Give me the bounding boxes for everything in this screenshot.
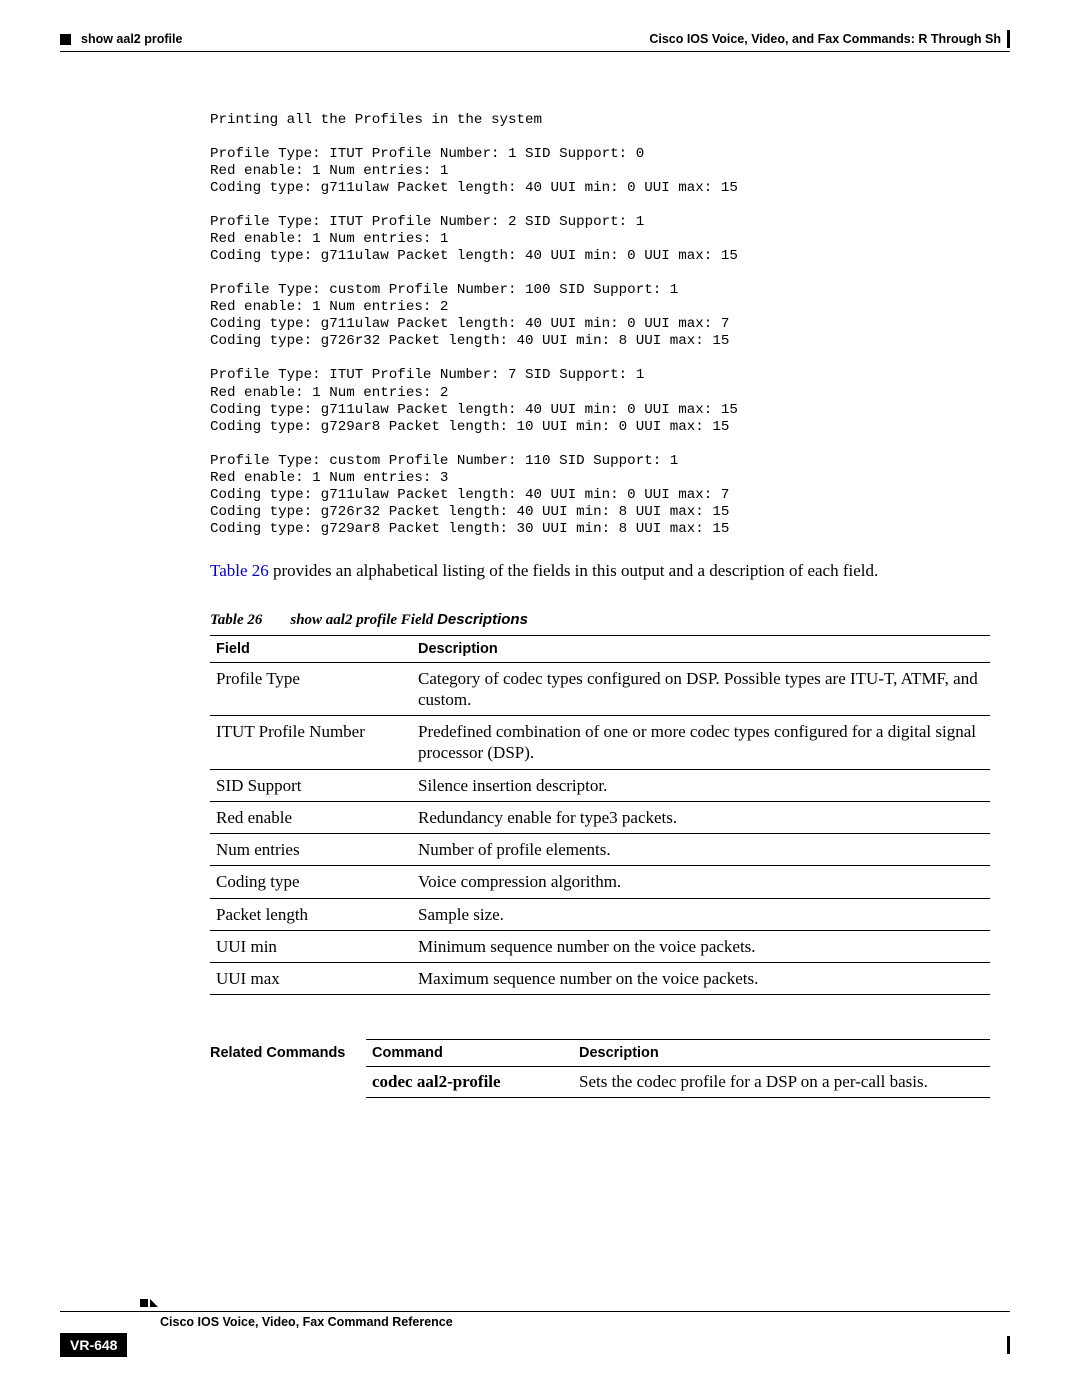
field-cell: Red enable — [210, 801, 412, 833]
header-left-title: show aal2 profile — [81, 32, 182, 46]
th-field: Field — [210, 635, 412, 662]
table-row: Num entriesNumber of profile elements. — [210, 834, 990, 866]
th-rel-desc: Description — [573, 1040, 990, 1067]
table-row: ITUT Profile NumberPredefined combinatio… — [210, 716, 990, 770]
header-right-title: Cisco IOS Voice, Video, and Fax Commands… — [649, 32, 1001, 46]
field-cell: UUI min — [210, 930, 412, 962]
table-number: Table 26 — [210, 612, 262, 628]
desc-cell: Number of profile elements. — [412, 834, 990, 866]
footer-title: Cisco IOS Voice, Video, Fax Command Refe… — [160, 1312, 453, 1329]
related-commands-label: Related Commands — [210, 1039, 352, 1098]
desc-cell: Category of codec types configured on DS… — [412, 662, 990, 716]
header-square-icon — [60, 34, 71, 45]
desc-cell: Predefined combination of one or more co… — [412, 716, 990, 770]
table-row: Profile TypeCategory of codec types conf… — [210, 662, 990, 716]
field-cell: ITUT Profile Number — [210, 716, 412, 770]
fields-table: Field Description Profile TypeCategory o… — [210, 635, 990, 996]
command-cell: codec aal2-profile — [366, 1067, 573, 1098]
related-table: Command Description codec aal2-profileSe… — [366, 1039, 990, 1098]
desc-cell: Sample size. — [412, 898, 990, 930]
page-number: VR-648 — [60, 1333, 127, 1357]
footer-square-icon — [140, 1299, 148, 1307]
th-command: Command — [366, 1040, 573, 1067]
table-title-suffix: Descriptions — [437, 611, 528, 628]
intro-text: provides an alphabetical listing of the … — [269, 561, 878, 580]
table-row: Packet lengthSample size. — [210, 898, 990, 930]
footer-arrow-icon — [150, 1299, 158, 1307]
desc-cell: Redundancy enable for type3 packets. — [412, 801, 990, 833]
table-row: SID SupportSilence insertion descriptor. — [210, 769, 990, 801]
table-row: UUI maxMaximum sequence number on the vo… — [210, 963, 990, 995]
th-desc: Description — [412, 635, 990, 662]
desc-cell: Voice compression algorithm. — [412, 866, 990, 898]
field-cell: Packet length — [210, 898, 412, 930]
desc-cell: Silence insertion descriptor. — [412, 769, 990, 801]
table-row: UUI minMinimum sequence number on the vo… — [210, 930, 990, 962]
field-cell: Profile Type — [210, 662, 412, 716]
field-cell: UUI max — [210, 963, 412, 995]
table-row: codec aal2-profileSets the codec profile… — [366, 1067, 990, 1098]
table-caption: Table 26 show aal2 profile Field Descript… — [210, 611, 990, 629]
header-bar-icon — [1007, 30, 1010, 48]
code-output: Printing all the Profiles in the system … — [210, 112, 990, 538]
intro-paragraph: Table 26 provides an alphabetical listin… — [210, 560, 990, 583]
table-row: Red enableRedundancy enable for type3 pa… — [210, 801, 990, 833]
table-ref-link[interactable]: Table 26 — [210, 561, 269, 580]
table-row: Coding typeVoice compression algorithm. — [210, 866, 990, 898]
desc-cell: Maximum sequence number on the voice pac… — [412, 963, 990, 995]
desc-cell: Minimum sequence number on the voice pac… — [412, 930, 990, 962]
footer-bar-icon — [1007, 1336, 1010, 1354]
table-title-prefix: show aal2 profile Field — [290, 612, 437, 628]
field-cell: Coding type — [210, 866, 412, 898]
field-cell: SID Support — [210, 769, 412, 801]
rel-desc-cell: Sets the codec profile for a DSP on a pe… — [573, 1067, 990, 1098]
field-cell: Num entries — [210, 834, 412, 866]
